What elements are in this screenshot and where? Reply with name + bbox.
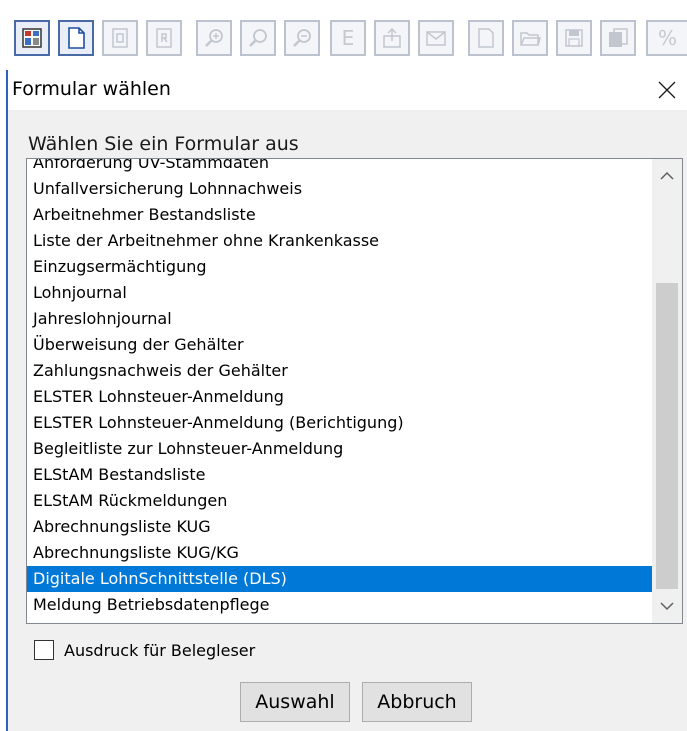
parent-window-edge [0,70,8,731]
form-list-item[interactable]: Begleitliste zur Lohnsteuer-Anmeldung [27,436,652,462]
form-list-item[interactable]: ELSTER Lohnsteuer-Anmeldung [27,384,652,410]
letter-e-button[interactable]: E [330,20,366,56]
close-button[interactable] [651,74,683,106]
form-list-item[interactable]: Arbeitnehmer Bestandsliste [27,202,652,228]
zoom-out-icon [293,29,311,47]
page-r-icon [156,28,172,48]
form-list-item[interactable]: Abrechnungsliste KUG/KG [27,540,652,566]
vertical-scrollbar[interactable] [652,159,682,623]
form-list-item[interactable]: ELStAM Rückmeldungen [27,488,652,514]
export-icon [383,27,401,48]
page-e-icon [112,28,128,48]
chevron-down-icon [660,602,674,611]
letter-e-icon: E [341,26,355,50]
new-document-icon [478,28,494,48]
zoom-button[interactable] [240,20,276,56]
form-list-item[interactable]: Überweisung der Gehälter [27,332,652,358]
scroll-down-button[interactable] [652,589,682,623]
percent-icon: % [657,26,677,50]
form-list-item[interactable]: Einzugsermächtigung [27,254,652,280]
zoom-in-button[interactable] [196,20,232,56]
page-r-button[interactable] [146,20,182,56]
ocr-print-checkbox-row[interactable]: Ausdruck für Belegleser [34,638,255,662]
form-list-item[interactable]: Anforderung UV-Stammdaten [27,159,652,176]
zoom-icon [249,29,267,47]
copy-button[interactable] [600,20,636,56]
form-list-item[interactable]: Lohnjournal [27,280,652,306]
close-icon [658,81,676,99]
form-list-item[interactable]: Liste der Arbeitnehmer ohne Krankenkasse [27,228,652,254]
zoom-in-icon [205,29,223,47]
form-list-item[interactable]: ELSTER Lohnsteuer-Anmeldung (Berichtigun… [27,410,652,436]
percent-button[interactable]: % [646,20,687,56]
select-form-dialog: Formular wählen Wählen Sie ein Formular … [8,70,687,731]
chevron-up-icon [660,171,674,180]
dialog-titlebar: Formular wählen [8,70,687,110]
mail-icon [426,31,446,46]
copy-icon [609,28,628,47]
cancel-button[interactable]: Abbruch [362,682,472,722]
form-list-item[interactable]: Unfallversicherung Lohnnachweis [27,176,652,202]
open-folder-icon [520,32,541,46]
blank-page-icon [68,27,85,49]
ocr-print-checkbox[interactable] [34,640,54,660]
scroll-thumb[interactable] [656,283,678,589]
form-list-item[interactable]: Abrechnungsliste KUG [27,514,652,540]
new-document-button[interactable] [468,20,504,56]
open-folder-button[interactable] [512,20,548,56]
form-grid-button[interactable] [14,20,50,56]
scroll-up-button[interactable] [652,159,682,193]
export-button[interactable] [374,20,410,56]
form-listbox[interactable]: Anforderung UV-Stammdaten Unfallversicher… [26,158,683,624]
zoom-out-button[interactable] [284,20,320,56]
blank-page-button[interactable] [58,20,94,56]
save-button[interactable] [556,20,592,56]
form-list-item[interactable]: Zahlungsnachweis der Gehälter [27,358,652,384]
form-list-item[interactable]: ELStAM Bestandsliste [27,462,652,488]
select-button[interactable]: Auswahl [240,682,350,722]
save-icon [565,29,583,47]
dialog-title: Formular wählen [12,78,171,100]
form-grid-icon [22,28,42,48]
ocr-print-checkbox-label[interactable]: Ausdruck für Belegleser [64,641,255,660]
form-list-item[interactable]: Meldung Betriebsdatenpflege [27,592,652,618]
prompt-label: Wählen Sie ein Formular aus [28,133,299,155]
toolbar: E % [0,0,687,70]
page-e-button[interactable] [102,20,138,56]
mail-button[interactable] [418,20,454,56]
form-list-item[interactable]: Digitale LohnSchnittstelle (DLS) [27,566,652,592]
form-list: Anforderung UV-Stammdaten Unfallversicher… [27,159,652,618]
form-list-item[interactable]: Jahreslohnjournal [27,306,652,332]
